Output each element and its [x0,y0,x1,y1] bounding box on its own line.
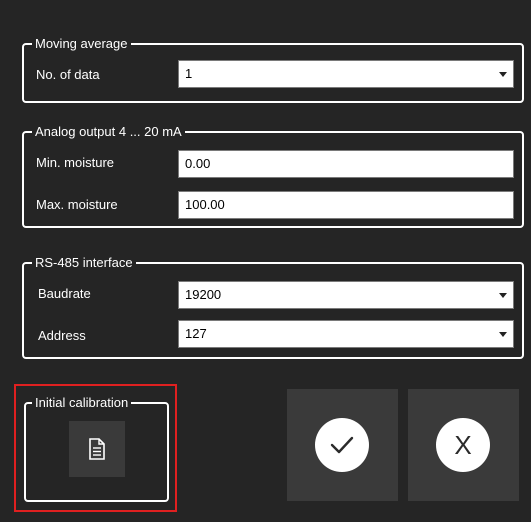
rs485-title: RS-485 interface [32,255,136,271]
cancel-circle: X [436,418,490,472]
analog-output-title: Analog output 4 ... 20 mA [32,124,185,140]
document-icon [89,438,105,460]
address-value: 127 [185,326,207,341]
confirm-button[interactable] [287,389,398,501]
baudrate-value: 19200 [185,287,222,302]
min-moisture-label: Min. moisture [36,155,115,170]
baudrate-label: Baudrate [38,286,91,301]
confirm-circle [315,418,369,472]
no-of-data-value: 1 [185,66,193,81]
no-of-data-select[interactable]: 1 [178,60,514,88]
max-moisture-label: Max. moisture [36,197,118,212]
max-moisture-field[interactable]: 100.00 [178,191,514,219]
initial-calibration-title: Initial calibration [32,395,132,411]
initial-calibration-group: Initial calibration [24,395,169,502]
moving-average-group: Moving average No. of data 1 [22,36,524,103]
chevron-down-icon [499,293,507,298]
address-label: Address [38,328,86,343]
address-select[interactable]: 127 [178,320,514,348]
baudrate-select[interactable]: 19200 [178,281,514,309]
rs485-group: RS-485 interface Baudrate 19200 Address … [22,255,524,359]
chevron-down-icon [499,332,507,337]
min-moisture-field[interactable]: 0.00 [178,150,514,178]
checkmark-icon [330,436,354,454]
initial-calibration-button[interactable] [69,421,125,477]
chevron-down-icon [499,72,507,77]
analog-output-group: Analog output 4 ... 20 mA Min. moisture … [22,124,524,228]
moving-average-title: Moving average [32,36,131,52]
cancel-button[interactable]: X [408,389,519,501]
cancel-x-label: X [454,430,472,460]
no-of-data-label: No. of data [36,67,100,82]
